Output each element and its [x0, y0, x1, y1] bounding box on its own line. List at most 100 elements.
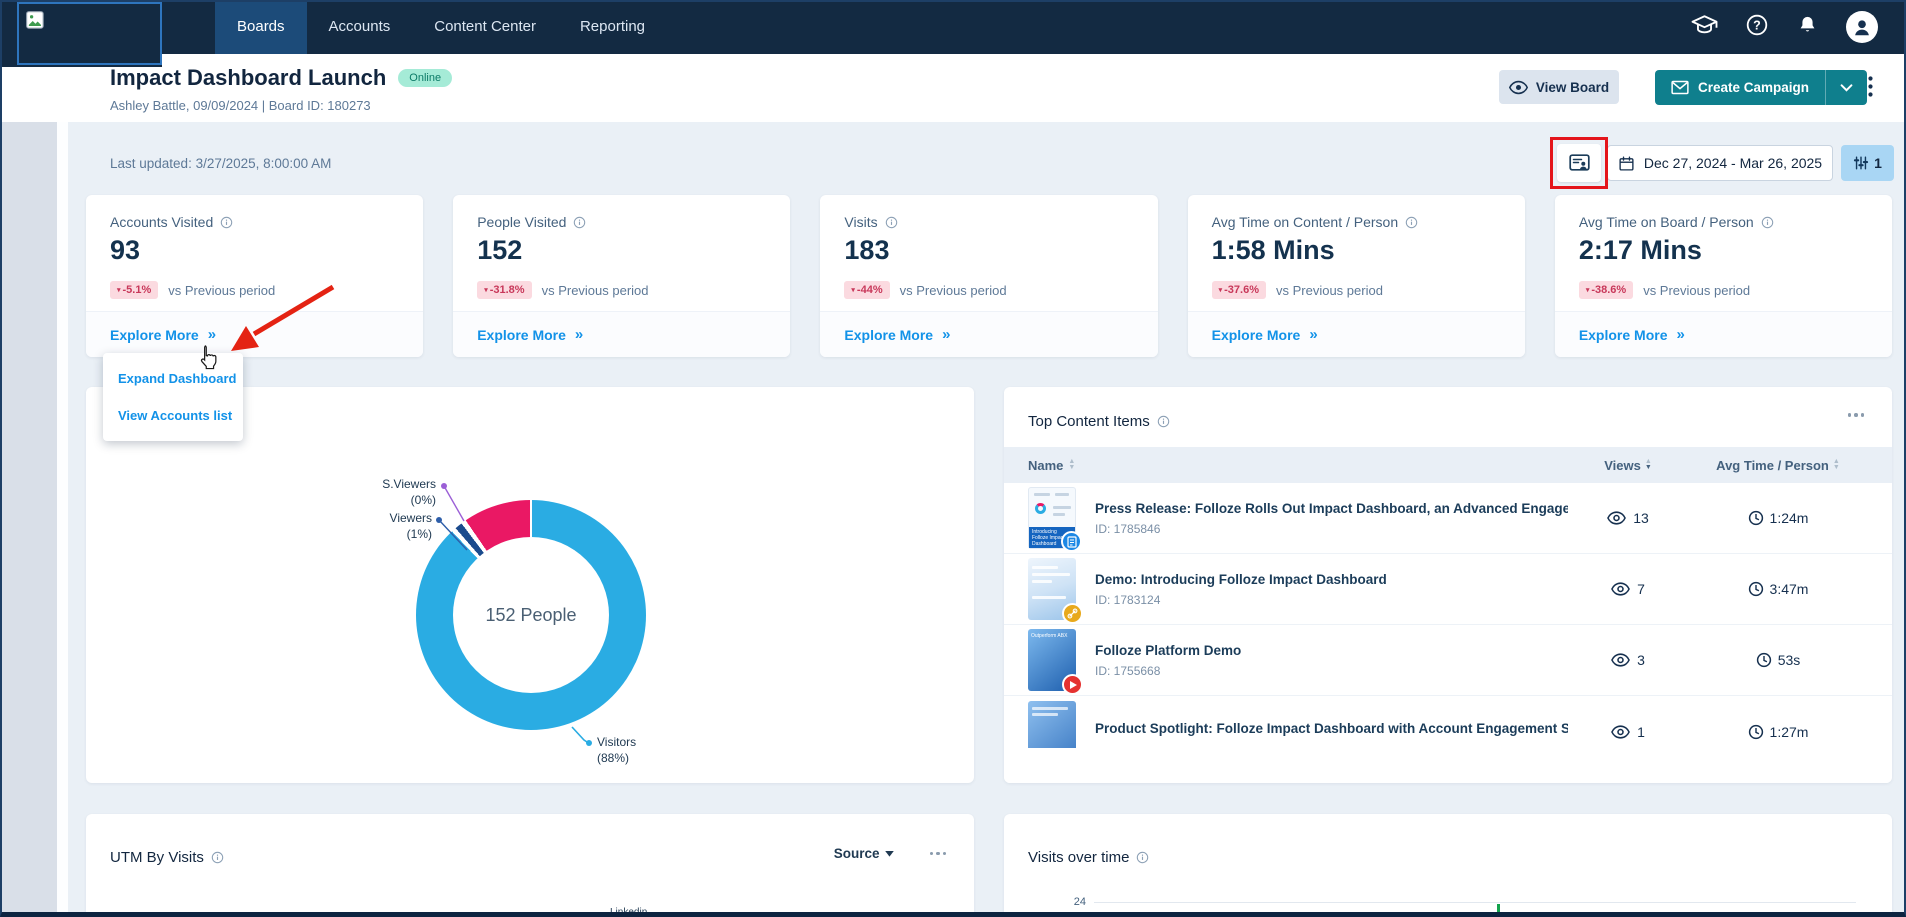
- filters-chip[interactable]: 1: [1841, 145, 1894, 181]
- change-value: -5.1%: [123, 284, 152, 296]
- content-title: Folloze Platform Demo: [1095, 643, 1241, 658]
- down-triangle-icon: ▾: [1586, 286, 1590, 294]
- menu-item-view-accounts-list[interactable]: View Accounts list: [103, 403, 243, 428]
- tab-accounts[interactable]: Accounts: [307, 0, 413, 54]
- clock-icon: [1748, 724, 1764, 740]
- kpi-card-accounts-visited: Accounts Visited 93 ▾-5.1%vs Previous pe…: [86, 195, 423, 357]
- column-header-views[interactable]: Views▲▼: [1568, 458, 1688, 473]
- column-header-avg-time[interactable]: Avg Time / Person▲▼: [1688, 458, 1868, 473]
- info-icon[interactable]: [1157, 415, 1170, 428]
- explore-more-label: Explore More: [110, 327, 199, 343]
- chevron-down-icon: [1840, 84, 1853, 92]
- y-axis-tick: 24: [1056, 896, 1086, 908]
- caret-down-icon: [885, 851, 894, 857]
- change-value: -31.8%: [490, 284, 525, 296]
- main-nav-tabs: Boards Accounts Content Center Reporting: [215, 0, 667, 54]
- table-row[interactable]: Outperform ABX Folloze Platform Demo ID:…: [1004, 625, 1892, 696]
- eye-icon: [1611, 582, 1630, 596]
- info-icon[interactable]: [885, 216, 898, 229]
- kpi-card-avg-time-board: Avg Time on Board / Person 2:17 Mins ▾-3…: [1555, 195, 1892, 357]
- donut-center: 152 People: [453, 537, 609, 693]
- kpi-title: People Visited: [477, 214, 566, 230]
- academy-icon[interactable]: [1691, 13, 1718, 42]
- envelope-icon: [1671, 80, 1689, 95]
- topnav-icon-group: ?: [1691, 0, 1906, 54]
- info-icon[interactable]: [1761, 216, 1774, 229]
- card-more-menu[interactable]: [930, 852, 947, 856]
- compare-label: vs Previous period: [168, 283, 275, 298]
- filter-count: 1: [1874, 155, 1882, 171]
- info-icon[interactable]: [1405, 216, 1418, 229]
- tab-reporting[interactable]: Reporting: [558, 0, 667, 54]
- avg-time-value: 1:24m: [1770, 510, 1809, 526]
- utm-by-visits-card: UTM By Visits Source Linkedin: [86, 814, 974, 917]
- content-id: ID: 1785846: [1095, 522, 1568, 536]
- double-chevron-icon: »: [208, 326, 216, 343]
- explore-more-link[interactable]: Explore More»: [1188, 311, 1525, 357]
- compare-label: vs Previous period: [542, 283, 649, 298]
- app-logo[interactable]: [17, 2, 162, 65]
- kpi-value: 93: [110, 235, 399, 266]
- views-value: 1: [1637, 724, 1645, 740]
- clock-icon: [1748, 581, 1764, 597]
- explore-more-link[interactable]: Explore More »: [820, 311, 1157, 357]
- create-campaign-split-button: Create Campaign: [1655, 70, 1867, 105]
- down-triangle-icon: ▾: [1219, 286, 1223, 294]
- notifications-bell-icon[interactable]: [1796, 13, 1819, 42]
- view-board-button[interactable]: View Board: [1499, 70, 1619, 104]
- info-icon[interactable]: [1136, 851, 1149, 864]
- content-title: Product Spotlight: Folloze Impact Dashbo…: [1095, 721, 1568, 736]
- sidebar-divider: [57, 66, 68, 917]
- double-chevron-icon: »: [942, 326, 950, 343]
- table-header-row: Name▲▼ Views▲▼ Avg Time / Person▲▼: [1004, 447, 1892, 483]
- tab-boards[interactable]: Boards: [215, 0, 307, 54]
- clock-icon: [1756, 652, 1772, 668]
- create-campaign-caret[interactable]: [1825, 70, 1867, 105]
- calendar-icon: [1618, 155, 1635, 172]
- explore-more-link[interactable]: Explore More »: [86, 311, 423, 357]
- info-icon[interactable]: [211, 851, 224, 864]
- source-dropdown[interactable]: Source: [834, 846, 894, 861]
- header-more-menu[interactable]: [1868, 76, 1873, 102]
- app-window: Boards Accounts Content Center Reporting…: [0, 0, 1906, 917]
- statuses-donut-chart[interactable]: 152 People: [416, 500, 646, 730]
- change-value: -44%: [857, 284, 883, 296]
- help-icon[interactable]: ?: [1745, 13, 1769, 42]
- table-row[interactable]: Demo: Introducing Folloze Impact Dashboa…: [1004, 554, 1892, 625]
- account-report-button[interactable]: [1557, 144, 1601, 182]
- change-badge: ▾-44%: [844, 281, 889, 299]
- menu-item-expand-dashboard[interactable]: Expand Dashboard: [103, 366, 243, 391]
- utm-title: UTM By Visits: [110, 849, 204, 866]
- donut-label-sviewers: S.Viewers(0%): [336, 476, 436, 508]
- change-badge: ▾-31.8%: [477, 281, 531, 299]
- date-range-picker[interactable]: Dec 27, 2024 - Mar 26, 2025: [1607, 145, 1833, 181]
- eye-icon: [1509, 80, 1528, 95]
- kpi-title: Accounts Visited: [110, 214, 213, 230]
- table-row[interactable]: Introducing Folloze Impact Dashboard Pre…: [1004, 483, 1892, 554]
- kpi-value: 183: [844, 235, 1133, 266]
- explore-more-label: Explore More: [844, 327, 933, 343]
- kpi-card-people-visited: People Visited 152 ▾-31.8%vs Previous pe…: [453, 195, 790, 357]
- report-person-icon: [1569, 154, 1590, 173]
- sort-icon: ▲▼: [1068, 459, 1075, 471]
- view-board-label: View Board: [1536, 80, 1609, 95]
- donut-label-visitors: Visitors(88%): [597, 734, 636, 766]
- info-icon[interactable]: [573, 216, 586, 229]
- explore-more-link[interactable]: Explore More»: [1555, 311, 1892, 357]
- tab-content-center[interactable]: Content Center: [412, 0, 558, 54]
- create-campaign-button[interactable]: Create Campaign: [1655, 70, 1825, 105]
- column-header-name[interactable]: Name▲▼: [1028, 458, 1568, 473]
- kpi-value: 2:17 Mins: [1579, 235, 1868, 266]
- info-icon[interactable]: [220, 216, 233, 229]
- compare-label: vs Previous period: [1276, 283, 1383, 298]
- kpi-card-row: Accounts Visited 93 ▾ -5.1% vs Previous pe…: [86, 195, 1892, 357]
- kpi-card-avg-time-content: Avg Time on Content / Person 1:58 Mins ▾…: [1188, 195, 1525, 357]
- donut-label-viewers: Viewers(1%): [332, 510, 432, 542]
- left-sidebar: [0, 66, 57, 917]
- explore-more-link[interactable]: Explore More»: [453, 311, 790, 357]
- avg-time-value: 3:47m: [1770, 581, 1809, 597]
- user-avatar[interactable]: [1846, 11, 1878, 43]
- card-more-menu[interactable]: [1848, 413, 1865, 417]
- explore-more-label: Explore More: [1212, 327, 1301, 343]
- visits-title: Visits over time: [1028, 849, 1129, 866]
